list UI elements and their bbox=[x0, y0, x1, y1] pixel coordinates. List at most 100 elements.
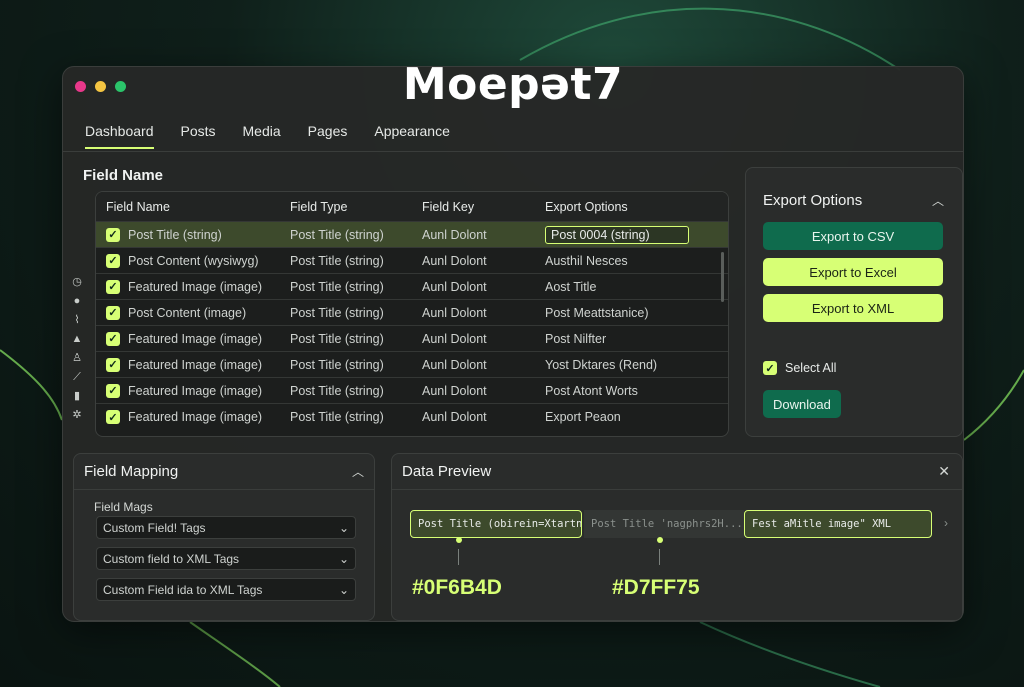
select-all-label: Select All bbox=[785, 361, 837, 375]
gear-icon[interactable]: ✲ bbox=[70, 408, 84, 422]
row-field-key: Aunl Dolont bbox=[422, 410, 487, 424]
checkbox-checked[interactable]: ✓ bbox=[106, 383, 120, 398]
dropdown-value: Custom field to XML Tags bbox=[103, 551, 240, 566]
dropdown-value: Custom Field! Tags bbox=[103, 520, 206, 535]
row-field-name: ✓ Featured Image (image) bbox=[106, 404, 262, 430]
table-row[interactable]: ✓ Featured Image (image) Post Title (stri… bbox=[96, 274, 728, 300]
checkbox-checked[interactable]: ✓ bbox=[106, 305, 120, 320]
tab-dashboard[interactable]: Dashboard bbox=[85, 123, 167, 149]
mapping-dropdown[interactable]: Custom field to XML Tags ⌄ bbox=[96, 547, 356, 570]
field-mapping-panel: Field Mapping ︿ Field Mags Custom Field!… bbox=[73, 453, 375, 621]
row-field-key: Aunl Dolont bbox=[422, 305, 487, 320]
row-field-type: Post Title (string) bbox=[290, 357, 384, 372]
row-export-option: Yost Dktares (Rend) bbox=[545, 357, 658, 372]
preview-cell[interactable]: Fest aMitle image" XML bbox=[744, 510, 932, 538]
row-field-key: Aunl Dolont bbox=[422, 383, 487, 398]
globe-icon[interactable]: ● bbox=[70, 294, 84, 308]
preview-cell[interactable]: Post Title 'nagphrs2H... bbox=[584, 510, 744, 538]
table-scrollbar[interactable] bbox=[721, 252, 724, 302]
table-row[interactable]: ✓ Featured Image (image) Post Title (stri… bbox=[96, 326, 728, 352]
clock-icon[interactable]: ◷ bbox=[70, 275, 84, 289]
row-export-option: Post 0004 (string) bbox=[545, 222, 689, 247]
checkbox-checked[interactable]: ✓ bbox=[106, 331, 120, 346]
row-name-text: Post Content (wysiwyg) bbox=[128, 253, 259, 268]
connector-line bbox=[458, 549, 459, 565]
row-field-type: Post Title (string) bbox=[290, 410, 384, 424]
tab-appearance[interactable]: Appearance bbox=[374, 123, 463, 149]
row-export-option: Post Meattstanice) bbox=[545, 305, 649, 320]
row-field-name: ✓ Featured Image (image) bbox=[106, 352, 262, 377]
row-field-type: Post Title (string) bbox=[290, 383, 384, 398]
row-export-option: Post Nilfter bbox=[545, 331, 607, 346]
row-field-name: ✓ Featured Image (image) bbox=[106, 378, 262, 403]
row-export-option: Post Atont Worts bbox=[545, 383, 638, 398]
row-name-text: Featured Image (image) bbox=[128, 331, 263, 346]
app-title: Moepət7 bbox=[402, 59, 624, 110]
chevron-up-icon[interactable]: ︿ bbox=[352, 463, 364, 480]
tools-icon[interactable]: ⌇ bbox=[70, 313, 84, 327]
row-field-key: Aunl Dolont bbox=[422, 227, 487, 242]
tab-posts[interactable]: Posts bbox=[181, 123, 229, 149]
header-field-name[interactable]: Field Name bbox=[106, 192, 170, 221]
checkbox-checked[interactable]: ✓ bbox=[106, 279, 120, 294]
mapping-dropdown[interactable]: Custom Field! Tags ⌄ bbox=[96, 516, 356, 539]
row-field-key: Aunl Dolont bbox=[422, 331, 487, 346]
table-row[interactable]: ✓ Featured Image (image) Post Title (stri… bbox=[96, 404, 728, 430]
row-field-type: Post Title (string) bbox=[290, 331, 384, 346]
mapping-dropdown[interactable]: Custom Field ida to XML Tags ⌄ bbox=[96, 578, 356, 601]
export-option-input[interactable]: Post 0004 (string) bbox=[545, 225, 689, 244]
chevron-down-icon: ⌄ bbox=[338, 582, 349, 597]
checkbox-checked[interactable]: ✓ bbox=[106, 357, 120, 372]
section-title: Field Name bbox=[83, 167, 164, 184]
row-field-key: Aunl Dolont bbox=[422, 253, 487, 268]
table-row[interactable]: ✓ Featured Image (image) Post Title (stri… bbox=[96, 378, 728, 404]
header-field-type[interactable]: Field Type bbox=[290, 192, 347, 221]
dropdown-value: Custom Field ida to XML Tags bbox=[103, 582, 263, 597]
table-row[interactable]: ✓ Featured Image (image) Post Title (stri… bbox=[96, 352, 728, 378]
table-row[interactable]: ✓ Post Content (wysiwyg) Post Title (stri… bbox=[96, 248, 728, 274]
row-field-name: ✓ Post Content (wysiwyg) bbox=[106, 248, 259, 273]
checkbox-checked[interactable]: ✓ bbox=[106, 253, 120, 268]
header-field-key[interactable]: Field Key bbox=[422, 192, 474, 221]
table-row[interactable]: ✓ Post Title (string) Post Title (string)… bbox=[96, 222, 728, 248]
export-xml-button[interactable]: Export to XML bbox=[763, 294, 943, 322]
row-field-type: Post Title (string) bbox=[290, 305, 384, 320]
row-field-name: ✓ Featured Image (image) bbox=[106, 326, 262, 351]
export-options-panel: Export Options ︿ Export to CSV Export to… bbox=[745, 167, 963, 437]
hex-color-label: #0F6B4D bbox=[412, 576, 502, 599]
pin-icon[interactable]: ⟋ bbox=[70, 370, 84, 384]
export-csv-button[interactable]: Export to CSV bbox=[763, 222, 943, 250]
checkbox-checked[interactable]: ✓ bbox=[763, 361, 777, 375]
close-icon[interactable]: ✕ bbox=[938, 463, 950, 480]
checkbox-checked[interactable]: ✓ bbox=[106, 227, 120, 242]
select-all-checkbox[interactable]: ✓ Select All bbox=[763, 361, 836, 375]
chevron-down-icon: ⌄ bbox=[338, 520, 349, 535]
connector-dot bbox=[657, 537, 663, 543]
download-button[interactable]: Download bbox=[763, 390, 841, 418]
tab-pages[interactable]: Pages bbox=[308, 123, 361, 149]
row-name-text: Featured Image (image) bbox=[128, 279, 263, 294]
row-export-option: Aost Title bbox=[545, 279, 597, 294]
clipboard-icon[interactable]: ▮ bbox=[70, 389, 84, 403]
chevron-right-icon[interactable]: › bbox=[944, 516, 948, 530]
table-row[interactable]: ✓ Post Content (image) Post Title (string… bbox=[96, 300, 728, 326]
user-icon[interactable]: ▲ bbox=[70, 332, 84, 346]
export-excel-button[interactable]: Export to Excel bbox=[763, 258, 943, 286]
hex-color-label: #D7FF75 bbox=[612, 576, 700, 599]
chevron-down-icon: ⌄ bbox=[338, 551, 349, 566]
data-preview-panel: Data Preview ✕ Post Title (obirein=Xtart… bbox=[391, 453, 963, 621]
row-field-key: Aunl Dolont bbox=[422, 279, 487, 294]
chevron-up-icon[interactable]: ︿ bbox=[932, 192, 944, 209]
field-mapping-title: Field Mapping bbox=[84, 463, 179, 480]
row-name-text: Featured Image (image) bbox=[128, 383, 263, 398]
checkbox-checked[interactable]: ✓ bbox=[106, 410, 120, 424]
tab-media[interactable]: Media bbox=[243, 123, 294, 149]
users-icon[interactable]: ♙ bbox=[70, 351, 84, 365]
row-field-type: Post Title (string) bbox=[290, 227, 384, 242]
row-field-type: Post Title (string) bbox=[290, 279, 384, 294]
row-name-text: Post Content (image) bbox=[128, 305, 247, 320]
header-export-options[interactable]: Export Options bbox=[545, 192, 628, 221]
tabs-divider bbox=[63, 151, 963, 152]
data-preview-header: Data Preview ✕ bbox=[392, 454, 962, 490]
preview-cell[interactable]: Post Title (obirein=Xtartn) bbox=[410, 510, 582, 538]
